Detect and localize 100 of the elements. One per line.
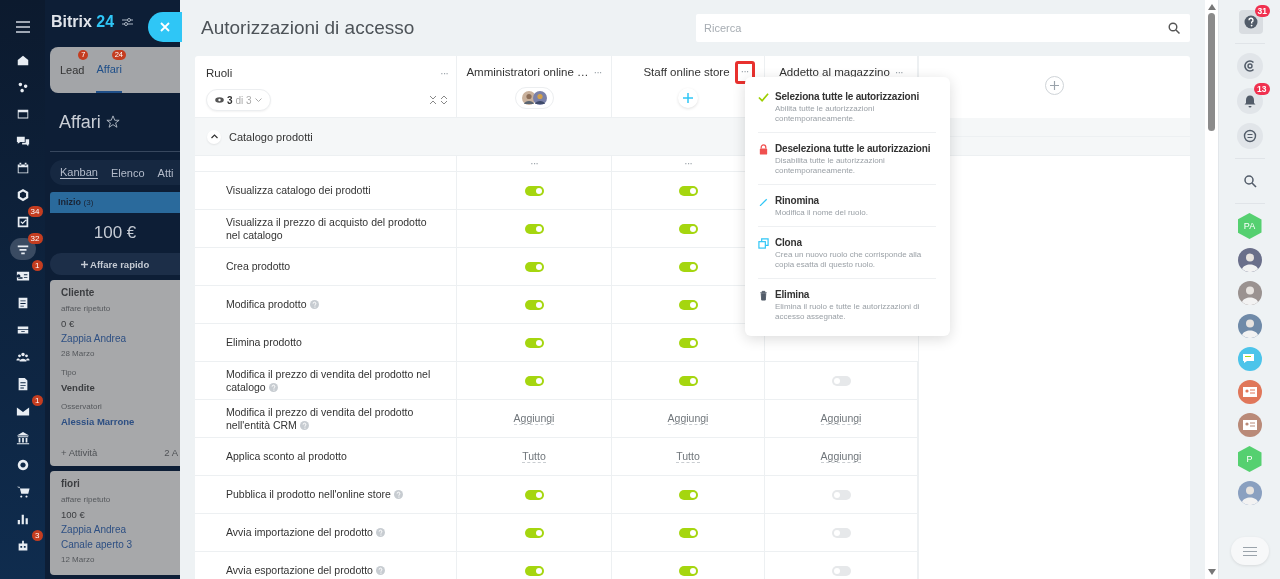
permission-toggle[interactable] bbox=[524, 375, 544, 386]
permission-toggle[interactable] bbox=[524, 261, 544, 272]
group-menu-button[interactable]: ··· bbox=[530, 158, 538, 169]
permission-label: Applica sconto al prodotto bbox=[226, 450, 347, 463]
menu-item[interactable]: Rinomina Modifica il nome del ruolo. bbox=[758, 185, 936, 227]
role-name: Addetto al magazzino bbox=[779, 66, 890, 78]
permission-selector[interactable]: Aggiungi bbox=[820, 450, 862, 463]
menu-item[interactable]: Deseleziona tutte le autorizzazioni Disabilita tutte le autorizzazioni contemporaneamente. bbox=[758, 133, 936, 185]
menu-item-title: Seleziona tutte le autorizzazioni bbox=[775, 91, 920, 102]
permission-toggle[interactable] bbox=[524, 223, 544, 234]
visible-roles-dropdown[interactable]: 3 di 3 bbox=[206, 89, 271, 111]
user-avatar[interactable] bbox=[1237, 314, 1262, 338]
chat-avatar[interactable] bbox=[1237, 347, 1262, 371]
permission-toggle[interactable] bbox=[524, 489, 544, 500]
help-icon[interactable] bbox=[309, 300, 319, 309]
copy-icon bbox=[758, 238, 769, 249]
add-activity-link[interactable]: + Attività bbox=[61, 447, 98, 458]
permission-toggle[interactable] bbox=[831, 489, 851, 500]
help-icon[interactable] bbox=[393, 490, 403, 499]
permission-toggle[interactable] bbox=[831, 375, 851, 386]
trash-icon bbox=[758, 290, 769, 301]
card-link[interactable]: Alessia Marrone bbox=[61, 414, 180, 429]
scrollbar[interactable] bbox=[1205, 0, 1218, 579]
menu-item[interactable]: Seleziona tutte le autorizzazioni Abilita tutte le autorizzazioni contemporaneamente. bbox=[758, 81, 936, 133]
menu-item-description: Crea un nuovo ruolo che corrisponde alla copia esatta di questo ruolo. bbox=[775, 250, 923, 270]
help-icon[interactable] bbox=[375, 528, 385, 537]
permission-selector[interactable]: Tutto bbox=[676, 450, 700, 463]
permission-toggle[interactable] bbox=[678, 565, 698, 576]
permission-toggle[interactable] bbox=[831, 527, 851, 538]
more-button[interactable]: ··· bbox=[440, 67, 448, 79]
permission-toggle[interactable] bbox=[678, 337, 698, 348]
role-menu-button[interactable]: ··· bbox=[894, 66, 903, 78]
help-icon[interactable] bbox=[299, 420, 309, 430]
permission-toggle[interactable] bbox=[678, 489, 698, 500]
add-role-button[interactable] bbox=[1045, 76, 1064, 95]
menu-item-title: Elimina bbox=[775, 289, 811, 300]
plus-icon bbox=[80, 260, 88, 268]
collapse-icon[interactable] bbox=[429, 95, 437, 105]
permission-selector[interactable]: Aggiungi bbox=[820, 412, 862, 425]
help-icon[interactable] bbox=[375, 566, 385, 575]
close-button[interactable] bbox=[148, 12, 182, 42]
user-avatar[interactable] bbox=[1237, 281, 1262, 305]
menu-item[interactable]: Elimina Elimina il ruolo e tutte le autorizzazioni di accesso assegnate. bbox=[758, 279, 936, 330]
permission-toggle[interactable] bbox=[524, 337, 544, 348]
collapse-button[interactable] bbox=[207, 129, 221, 144]
logo[interactable]: Bitrix 24 bbox=[51, 13, 115, 31]
permission-toggle[interactable] bbox=[524, 565, 544, 576]
permission-toggle[interactable] bbox=[678, 527, 698, 538]
view-tab[interactable]: Elenco bbox=[110, 166, 145, 179]
quick-add-button[interactable]: Affare rapido bbox=[50, 253, 180, 275]
sliders-icon[interactable] bbox=[122, 17, 134, 27]
card-amount: 0 € bbox=[61, 317, 76, 331]
view-tab[interactable]: Kanban bbox=[60, 166, 98, 179]
permission-toggle[interactable] bbox=[678, 185, 698, 196]
stage-header[interactable]: Inizio (3) bbox=[50, 192, 180, 213]
permission-toggle[interactable] bbox=[831, 565, 851, 576]
field-value: Vendite bbox=[61, 381, 96, 395]
scrollbar-thumb[interactable] bbox=[1208, 13, 1215, 131]
stage-total: 100 € bbox=[92, 222, 138, 244]
group-menu-button[interactable]: ··· bbox=[684, 158, 692, 169]
permission-toggle[interactable] bbox=[524, 299, 544, 310]
deal-card[interactable]: fiori affare ripetuto 100 € Zappia Andrea Canale aperto 3 12 Marzo bbox=[50, 471, 180, 575]
role-menu-button[interactable]: ··· bbox=[593, 66, 602, 78]
card-link[interactable]: Zappia Andrea bbox=[61, 331, 180, 346]
scroll-up-icon[interactable] bbox=[1207, 4, 1216, 10]
search-field[interactable]: Ricerca bbox=[696, 14, 1190, 42]
avatar-icon bbox=[521, 91, 536, 105]
permission-selector[interactable]: Tutto bbox=[522, 450, 546, 463]
menu-icon bbox=[15, 21, 30, 33]
scroll-down-icon[interactable] bbox=[1207, 569, 1216, 575]
permission-toggle[interactable] bbox=[678, 299, 698, 310]
permission-toggle[interactable] bbox=[524, 527, 544, 538]
star-icon[interactable] bbox=[105, 115, 120, 129]
search-icon bbox=[1242, 174, 1257, 188]
permission-selector[interactable]: Aggiungi bbox=[667, 412, 709, 425]
user-avatar[interactable] bbox=[1237, 481, 1262, 505]
card-link[interactable]: Zappia Andrea bbox=[61, 522, 180, 537]
menu-item[interactable]: Clona Crea un nuovo ruolo che corrisponde alla copia esatta di questo ruolo. bbox=[758, 227, 936, 279]
permission-toggle[interactable] bbox=[524, 185, 544, 196]
page-title: Affari bbox=[59, 111, 101, 133]
search-icon[interactable] bbox=[1168, 22, 1180, 34]
view-tab[interactable]: Atti bbox=[157, 166, 174, 179]
contact-card-avatar[interactable] bbox=[1237, 380, 1262, 404]
permission-toggle[interactable] bbox=[678, 261, 698, 272]
permission-label: Pubblica il prodotto nell'online store bbox=[226, 488, 403, 501]
card-link[interactable]: Canale aperto 3 bbox=[61, 537, 180, 552]
chat-button[interactable] bbox=[1236, 123, 1263, 149]
contact-card-avatar[interactable] bbox=[1237, 413, 1262, 437]
help-icon bbox=[1244, 15, 1258, 29]
help-icon[interactable] bbox=[268, 382, 278, 392]
permission-selector[interactable]: Aggiungi bbox=[513, 412, 555, 425]
user-avatar[interactable] bbox=[1237, 248, 1262, 272]
plus-icon bbox=[683, 93, 693, 103]
deal-card[interactable]: Cliente affare ripetuto 0 € Zappia Andrea 28 Marzo Tipo Vendite Osservatori Alessia Marrone + Attività 2 A bbox=[50, 280, 180, 466]
permission-label: Avvia importazione del prodotto bbox=[226, 526, 385, 539]
permission-toggle[interactable] bbox=[678, 223, 698, 234]
expand-icon[interactable] bbox=[440, 95, 448, 105]
add-member-button[interactable] bbox=[678, 88, 698, 108]
menu-item-title: Clona bbox=[775, 237, 803, 248]
permission-toggle[interactable] bbox=[678, 375, 698, 386]
